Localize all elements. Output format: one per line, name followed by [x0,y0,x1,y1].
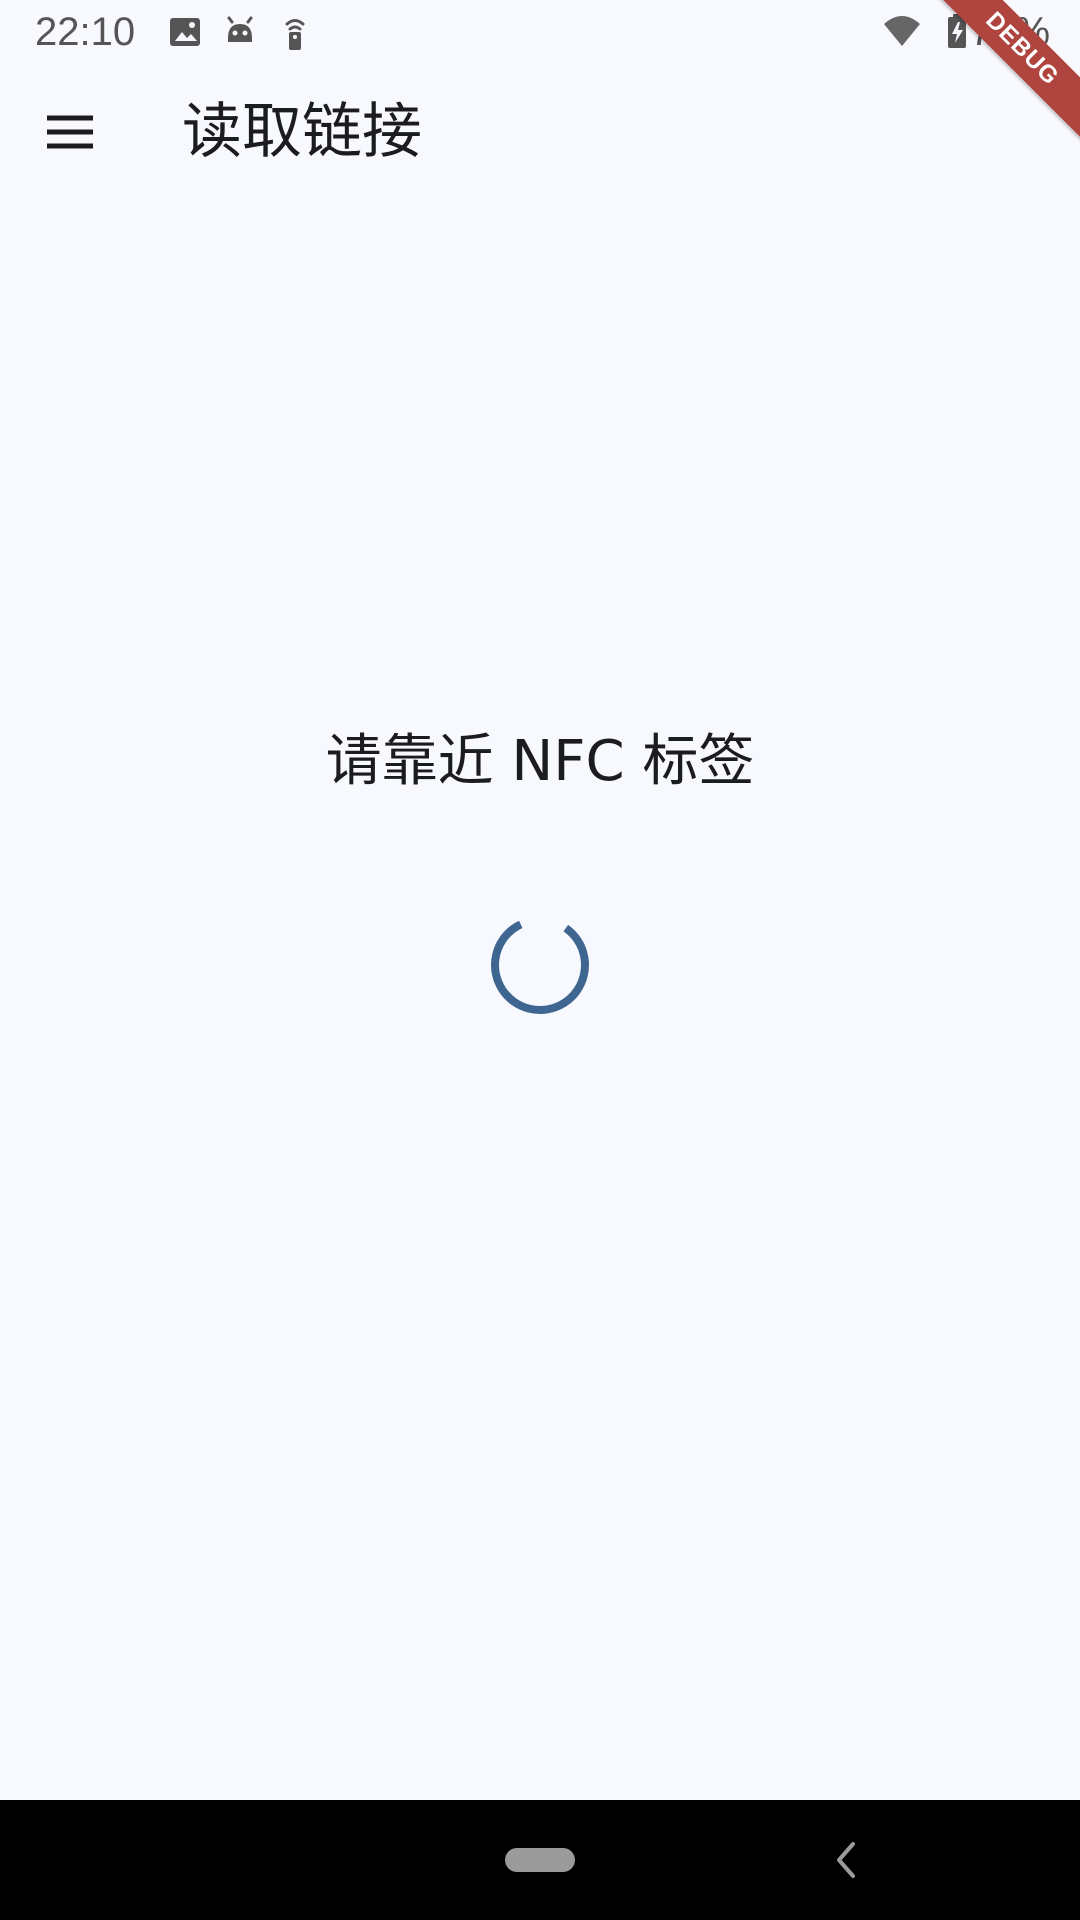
android-icon [220,12,260,52]
system-navigation-bar [0,1800,1080,1920]
nfc-read-content: 请靠近 NFC 标签 [0,202,1080,1800]
remote-icon [275,12,315,52]
status-time: 22:10 [35,10,136,54]
nfc-instruction-text: 请靠近 NFC 标签 [325,729,755,794]
wifi-icon [882,12,922,52]
app-bar: 读取链接 [0,64,1080,202]
home-pill-icon[interactable] [505,1848,575,1872]
loading-spinner [491,916,589,1014]
back-arrow-icon [837,1842,855,1878]
status-bar: 22:10 7 [0,0,1080,64]
page-title: 读取链接 [182,97,422,167]
menu-icon [47,115,93,149]
image-icon [165,12,205,52]
menu-button[interactable] [20,94,120,170]
back-button[interactable] [826,1826,866,1894]
